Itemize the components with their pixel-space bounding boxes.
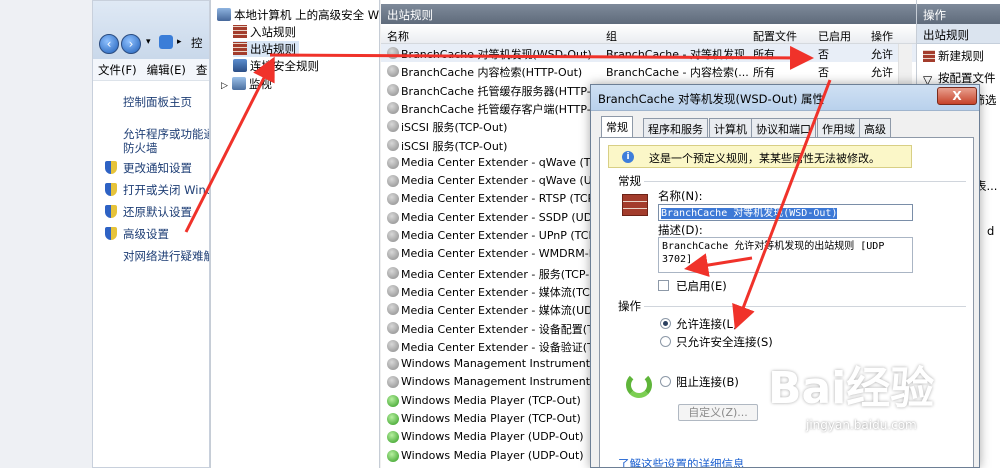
arrow-to-enabled-column [269,45,814,70]
watermark-logo: Bai经验 [768,363,935,414]
arrow-to-enabled-checkbox [684,253,753,277]
watermark-url: jingyan.baidu.com [806,418,917,432]
arrow-to-outbound [184,56,275,233]
arrow-to-allow-radio [732,79,832,330]
